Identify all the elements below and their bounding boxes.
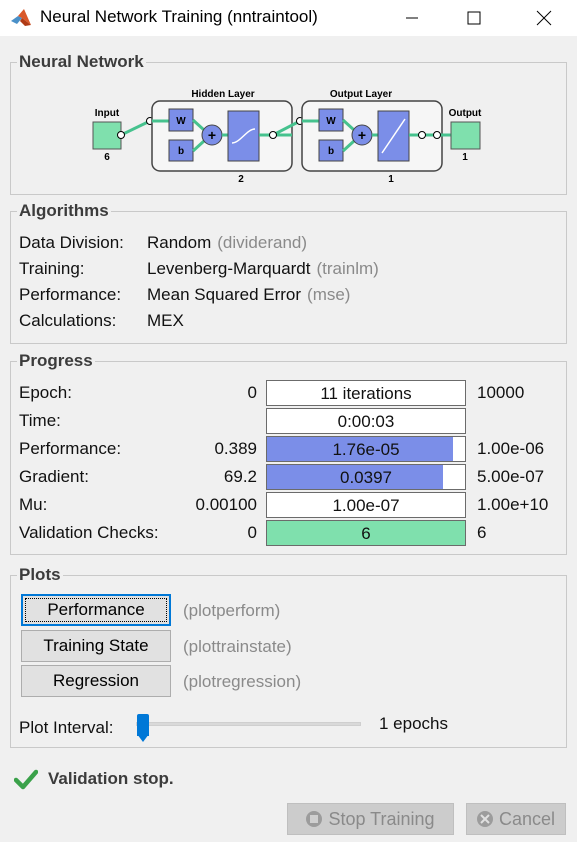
progress-row-time: Time: 0:00:03 xyxy=(11,408,568,434)
matlab-logo-icon xyxy=(11,9,31,26)
algo-label: Calculations: xyxy=(19,311,117,330)
output-bias: b xyxy=(328,146,334,157)
progress-value: 1.00e-07 xyxy=(332,496,400,515)
progress-bar: 1.00e-07 xyxy=(266,492,466,518)
progress-min: 0 xyxy=(247,523,257,542)
progress-panel: Progress Epoch: 0 11 iterations 10000 Time: 0… xyxy=(10,351,568,555)
algorithms-panel: Algorithms Data Division: Random (divider… xyxy=(10,201,567,344)
progress-max: 10000 xyxy=(477,383,525,402)
stop-training-button[interactable]: Stop Training xyxy=(287,803,454,835)
plot-interval-slider-thumb[interactable] xyxy=(137,714,149,742)
progress-row-validation-checks: Validation Checks: 0 6 6 xyxy=(11,520,568,546)
window-title: Neural Network Training (nntraintool) xyxy=(40,7,318,26)
algo-label: Training: xyxy=(19,259,85,278)
maximize-icon xyxy=(467,11,481,25)
progress-heading: Progress xyxy=(17,351,95,371)
cancel-button[interactable]: Cancel xyxy=(466,803,566,835)
algo-label: Data Division: xyxy=(19,233,124,252)
output-size: 1 xyxy=(462,152,468,163)
input-label: Input xyxy=(95,108,120,119)
input-size: 6 xyxy=(104,152,110,163)
progress-min: 0.00100 xyxy=(195,495,257,514)
svg-text:+: + xyxy=(208,127,216,143)
progress-label: Gradient: xyxy=(19,467,89,486)
progress-max: 1.00e+10 xyxy=(477,495,549,514)
progress-min: 69.2 xyxy=(223,467,257,486)
progress-min: 0 xyxy=(247,383,257,402)
regression-plot-button[interactable]: Regression xyxy=(21,665,171,697)
plot-interval-value: 1 epochs xyxy=(379,714,448,733)
progress-label: Performance: xyxy=(19,439,122,458)
progress-max: 6 xyxy=(477,523,487,542)
input-block xyxy=(92,121,122,150)
progress-bar: 11 iterations xyxy=(266,380,466,406)
algorithms-heading: Algorithms xyxy=(17,201,111,221)
progress-row-epoch: Epoch: 0 11 iterations 10000 xyxy=(11,380,568,406)
progress-row-gradient: Gradient: 69.2 0.0397 5.00e-07 xyxy=(11,464,568,490)
progress-label: Time: xyxy=(19,411,61,430)
close-icon xyxy=(536,10,552,26)
svg-text:+: + xyxy=(358,127,366,143)
training-state-plot-button[interactable]: Training State xyxy=(21,630,171,662)
progress-row-performance: Performance: 0.389 1.76e-05 1.00e-06 xyxy=(11,436,568,462)
progress-label: Validation Checks: xyxy=(19,523,159,542)
stop-training-label: Stop Training xyxy=(328,808,435,829)
progress-label: Mu: xyxy=(19,495,48,514)
algo-value: Levenberg-Marquardt xyxy=(147,259,311,278)
regression-plot-label: Regression xyxy=(53,671,139,690)
cancel-label: Cancel xyxy=(498,808,556,829)
progress-value: 11 iterations xyxy=(320,384,412,403)
output-layer-size: 1 xyxy=(388,174,394,185)
plot-interval-label: Plot Interval: xyxy=(19,718,114,737)
output-weight: W xyxy=(326,116,336,127)
training-state-plot-func: (plottrainstate) xyxy=(183,637,292,656)
status-bar: Validation stop. xyxy=(14,768,174,790)
algo-func: (trainlm) xyxy=(316,259,379,278)
performance-plot-button[interactable]: Performance xyxy=(21,594,171,626)
progress-min: 0.389 xyxy=(214,439,257,458)
network-diagram: Input 6 Hidden Layer W b + 2 Output Laye… xyxy=(92,89,482,185)
performance-plot-func: (plotperform) xyxy=(183,601,281,620)
status-text: Validation stop. xyxy=(48,769,174,788)
progress-bar: 0.0397 xyxy=(266,464,466,490)
plots-heading: Plots xyxy=(17,565,63,585)
neural-network-panel: Neural Network Input 6 Hidden Layer W b … xyxy=(10,52,567,195)
progress-max: 1.00e-06 xyxy=(477,439,545,458)
checkmark-icon xyxy=(14,769,38,790)
progress-label: Epoch: xyxy=(19,383,72,402)
progress-value: 0.0397 xyxy=(340,468,392,487)
algo-value: MEX xyxy=(147,311,184,330)
close-button[interactable] xyxy=(521,0,567,36)
plot-interval-slider[interactable] xyxy=(136,714,361,742)
maximize-button[interactable] xyxy=(451,0,497,36)
output-label: Output xyxy=(449,108,482,119)
hidden-layer-label: Hidden Layer xyxy=(191,89,254,100)
output-layer-label: Output Layer xyxy=(330,89,392,100)
output-block xyxy=(450,121,481,150)
algo-func: (mse) xyxy=(307,285,351,304)
progress-value: 1.76e-05 xyxy=(332,440,400,459)
algo-label: Performance: xyxy=(19,285,122,304)
minimize-button[interactable] xyxy=(389,0,435,36)
progress-bar: 1.76e-05 xyxy=(266,436,466,462)
hidden-weight: W xyxy=(176,116,186,127)
regression-plot-func: (plotregression) xyxy=(183,672,302,691)
hidden-size: 2 xyxy=(238,174,244,185)
algo-func: (dividerand) xyxy=(217,233,308,252)
training-state-plot-label: Training State xyxy=(43,636,149,655)
stop-icon xyxy=(306,811,323,827)
progress-value: 0:00:03 xyxy=(337,412,395,431)
progress-bar: 0:00:03 xyxy=(266,408,466,434)
algo-value: Random xyxy=(147,233,212,252)
algo-value: Mean Squared Error xyxy=(147,285,302,304)
progress-bar: 6 xyxy=(266,520,466,546)
progress-row-mu: Mu: 0.00100 1.00e-07 1.00e+10 xyxy=(11,492,568,518)
minimize-icon xyxy=(406,17,418,19)
hidden-bias: b xyxy=(178,146,184,157)
progress-value: 6 xyxy=(361,524,371,543)
progress-max: 5.00e-07 xyxy=(477,467,545,486)
plots-panel: Plots Performance (plotperform) Training… xyxy=(10,565,567,748)
title-bar: Neural Network Training (nntraintool) xyxy=(0,0,577,36)
cancel-icon xyxy=(476,811,493,827)
